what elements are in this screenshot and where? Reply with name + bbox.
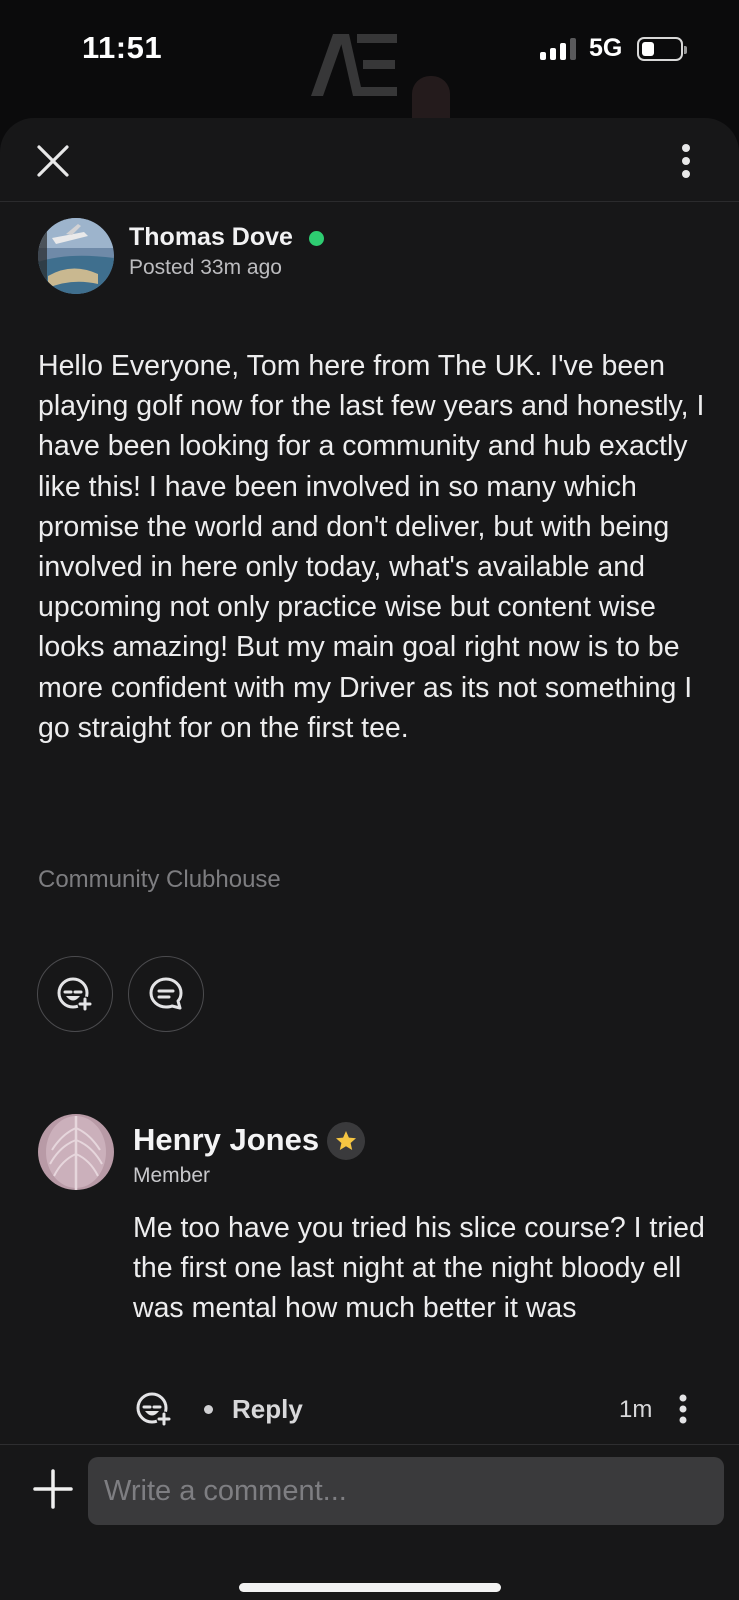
add-attachment-button[interactable] [29, 1465, 77, 1513]
comment-body: Me too have you tried his slice course? … [133, 1212, 705, 1325]
add-reaction-icon [57, 977, 93, 1012]
comment-timestamp: 1m [619, 1396, 653, 1423]
author-name[interactable]: Thomas Dove [129, 223, 293, 252]
background-logo [305, 26, 405, 116]
star-icon [336, 1131, 356, 1150]
post-category[interactable]: Community Clubhouse [38, 866, 281, 894]
home-indicator [239, 1583, 501, 1592]
screen: 11:51 5G Thomas Dove Posted 33m ago Hell… [0, 0, 739, 1600]
more-vertical-icon [679, 1394, 687, 1424]
reply-button[interactable]: Reply [232, 1394, 303, 1425]
post-sheet: Thomas Dove Posted 33m ago Hello Everyon… [0, 118, 739, 1600]
signal-icon [540, 38, 578, 60]
comment-composer [0, 1444, 739, 1600]
more-vertical-icon [682, 144, 690, 178]
online-indicator [309, 231, 324, 246]
post-options-button[interactable] [666, 136, 706, 186]
comment-input[interactable] [88, 1457, 724, 1525]
background-person [412, 76, 450, 122]
sheet-header [0, 118, 739, 202]
close-button[interactable] [28, 136, 78, 186]
commenter-avatar[interactable] [38, 1114, 114, 1190]
commenter-name[interactable]: Henry Jones [133, 1122, 319, 1158]
author-avatar[interactable] [38, 218, 114, 294]
post-body: Hello Everyone, Tom here from The UK. I'… [38, 350, 705, 744]
battery-icon [637, 37, 687, 61]
add-reaction-icon [136, 1392, 172, 1427]
plus-icon [33, 1469, 73, 1509]
separator-dot [204, 1405, 213, 1414]
post-timestamp: Posted 33m ago [129, 256, 282, 279]
close-icon [37, 145, 69, 177]
comment-bubble-icon [149, 977, 183, 1010]
comment-options-button[interactable] [671, 1390, 695, 1428]
commenter-role: Member [133, 1164, 211, 1187]
status-bar: 11:51 5G [0, 0, 739, 122]
status-time: 11:51 [82, 30, 163, 65]
star-badge [327, 1122, 365, 1160]
comment-reaction-button[interactable] [133, 1388, 175, 1430]
comment-actions: Reply 1m [133, 1384, 713, 1434]
add-reaction-button[interactable] [37, 956, 113, 1032]
network-type: 5G [589, 34, 623, 62]
comment-button[interactable] [128, 956, 204, 1032]
